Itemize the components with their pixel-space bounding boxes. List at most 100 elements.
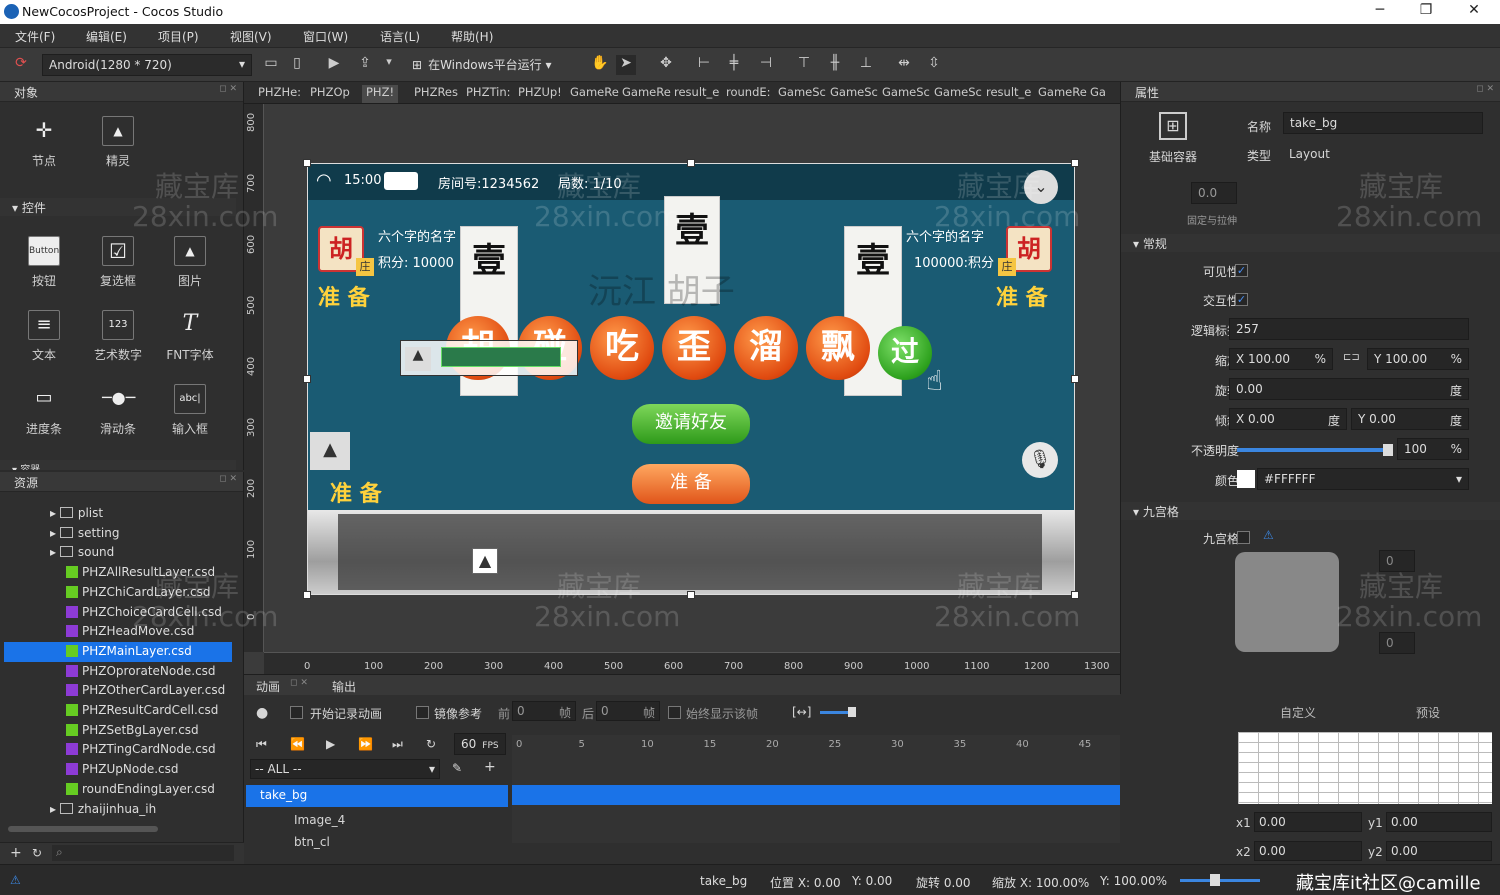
resource-search-input[interactable]: ⌕ bbox=[52, 845, 234, 861]
menu-window[interactable]: 窗口(W) bbox=[303, 28, 348, 45]
expand-arrow-icon[interactable]: ▸ bbox=[50, 526, 56, 540]
back-field[interactable]: 0帧 bbox=[596, 701, 660, 721]
mirror-checkbox[interactable] bbox=[416, 706, 429, 719]
tab-output[interactable]: 输出 bbox=[332, 678, 356, 695]
dropdown-menu-icon[interactable]: ⌄ bbox=[1024, 170, 1058, 204]
track-filter-select[interactable]: -- ALL -- ▾ bbox=[250, 759, 440, 779]
game-scene[interactable]: ◠ 15:00 房间号:1234562 局数: 1/10 ⌄ 壹 壹 壹 胡 庄… bbox=[307, 163, 1075, 595]
move-icon[interactable]: ✥ bbox=[656, 55, 676, 75]
opacity-slider[interactable] bbox=[1237, 448, 1387, 452]
document-tab[interactable]: PHZTin: bbox=[466, 85, 511, 103]
publish-icon[interactable]: ⟳ bbox=[12, 55, 30, 75]
link-icon[interactable]: ⊏⊐ bbox=[1343, 352, 1360, 363]
name-field[interactable]: take_bg bbox=[1283, 112, 1483, 134]
general-section[interactable]: ▾ 常规 bbox=[1121, 234, 1500, 252]
ready-button[interactable]: 准 备 bbox=[632, 464, 750, 504]
selection-handle[interactable] bbox=[303, 159, 311, 167]
resource-file[interactable]: PHZResultCardCell.csd bbox=[4, 701, 232, 721]
color-field[interactable]: #FFFFFF ▾ bbox=[1257, 468, 1469, 490]
document-tab[interactable]: PHZ! bbox=[362, 85, 399, 103]
tool-sprite[interactable]: ▲ 精灵 bbox=[88, 116, 148, 169]
minimize-button[interactable]: ─ bbox=[1370, 2, 1390, 22]
opacity-field[interactable]: 100% bbox=[1397, 438, 1469, 460]
tool-slider[interactable]: ─●─ 滑动条 bbox=[88, 384, 148, 437]
y1-field[interactable]: 0.00 bbox=[1386, 812, 1492, 832]
prev-frame-icon[interactable]: ⏪ bbox=[290, 737, 305, 751]
upload-dropdown-icon[interactable]: ▾ bbox=[382, 55, 396, 75]
document-tab[interactable]: result_e bbox=[986, 85, 1031, 103]
run-platform-select[interactable]: ⊞ 在Windows平台运行 ▾ bbox=[406, 53, 576, 75]
color-swatch[interactable] bbox=[1237, 470, 1255, 488]
document-tab[interactable]: GameRe bbox=[622, 85, 671, 103]
menu-file[interactable]: 文件(F) bbox=[15, 28, 55, 45]
tab-close-icon[interactable]: ◻ ✕ bbox=[290, 678, 308, 688]
resource-file[interactable]: PHZMainLayer.csd bbox=[4, 641, 232, 662]
close-button[interactable]: ✕ bbox=[1464, 2, 1484, 22]
track-row-selected[interactable]: take_bg bbox=[246, 785, 508, 807]
action-piao-button[interactable]: 飘 bbox=[806, 316, 870, 380]
fps-field[interactable]: 60 FPS bbox=[454, 733, 506, 755]
zoom-slider-thumb[interactable] bbox=[1210, 874, 1220, 886]
tool-textfield[interactable]: abc| 输入框 bbox=[160, 384, 220, 437]
align-right-icon[interactable]: ⊣ bbox=[756, 55, 776, 75]
always-checkbox[interactable] bbox=[668, 706, 681, 719]
distribute-v-icon[interactable]: ⇳ bbox=[924, 55, 944, 75]
distribute-h-icon[interactable]: ⇹ bbox=[894, 55, 914, 75]
menu-language[interactable]: 语言(L) bbox=[380, 28, 420, 45]
card-choice-node[interactable]: ▲ bbox=[400, 340, 578, 376]
x1-field[interactable]: 0.00 bbox=[1254, 812, 1362, 832]
edit-icon[interactable]: ✎ bbox=[452, 761, 462, 775]
upload-icon[interactable]: ⇪ bbox=[356, 55, 374, 75]
controls-section[interactable]: ▾ 控件 bbox=[0, 198, 236, 216]
align-left-icon[interactable]: ⊢ bbox=[694, 55, 714, 75]
action-liu-button[interactable]: 溜 bbox=[734, 316, 798, 380]
align-middle-icon[interactable]: ╫ bbox=[825, 55, 845, 75]
resource-file[interactable]: PHZHeadMove.csd bbox=[4, 622, 232, 642]
menu-edit[interactable]: 编辑(E) bbox=[86, 28, 127, 45]
selection-handle[interactable] bbox=[1071, 591, 1079, 599]
track-name[interactable]: btn_cl bbox=[294, 835, 330, 849]
menu-view[interactable]: 视图(V) bbox=[230, 28, 272, 45]
opacity-slider-thumb[interactable] bbox=[1383, 444, 1393, 456]
selection-handle[interactable] bbox=[1071, 375, 1079, 383]
horizontal-scrollbar[interactable] bbox=[8, 826, 158, 832]
tag-field[interactable]: 257 bbox=[1229, 318, 1469, 340]
record-checkbox[interactable] bbox=[290, 706, 303, 719]
document-tab[interactable]: PHZUp! bbox=[518, 85, 562, 103]
document-tab[interactable]: GameSc bbox=[778, 85, 826, 103]
document-tab[interactable]: PHZOp bbox=[310, 85, 350, 103]
document-tab[interactable]: PHZRes bbox=[414, 85, 458, 103]
x2-field[interactable]: 0.00 bbox=[1254, 841, 1362, 861]
hand-tool-icon[interactable]: ✋ bbox=[590, 55, 610, 75]
rotation-field[interactable]: 0.00 度 bbox=[1229, 378, 1469, 400]
resource-file[interactable]: PHZOprorateNode.csd bbox=[4, 662, 232, 682]
warning-icon[interactable]: ⚠ bbox=[10, 873, 21, 887]
zoom-thumb[interactable] bbox=[848, 707, 856, 717]
custom-tab[interactable]: 自定义 bbox=[1280, 704, 1316, 721]
next-frame-icon[interactable]: ⏩ bbox=[358, 737, 373, 751]
tool-art-number[interactable]: 123 艺术数字 bbox=[88, 310, 148, 363]
portrait-icon[interactable]: ▯ bbox=[288, 55, 306, 75]
action-wai-button[interactable]: 歪 bbox=[662, 316, 726, 380]
track-name[interactable]: Image_4 bbox=[294, 813, 345, 827]
selection-handle[interactable] bbox=[303, 375, 311, 383]
select-tool-icon[interactable]: ➤ bbox=[616, 55, 636, 75]
skew-y-field[interactable]: Y 0.00 度 bbox=[1351, 408, 1469, 430]
skew-x-field[interactable]: X 0.00 度 bbox=[1229, 408, 1347, 430]
y2-field[interactable]: 0.00 bbox=[1386, 841, 1492, 861]
keyframe-icon[interactable]: ● bbox=[256, 705, 268, 721]
interactive-checkbox[interactable]: ✓ bbox=[1235, 293, 1248, 306]
tool-progress[interactable]: ▭ 进度条 bbox=[14, 384, 74, 437]
document-tab[interactable]: roundE: bbox=[726, 85, 771, 103]
tool-text[interactable]: ≡ 文本 bbox=[14, 310, 74, 363]
resource-folder[interactable]: ▸ zhaijinhua_ih bbox=[4, 800, 232, 820]
resource-folder[interactable]: ▸ sound bbox=[4, 543, 232, 563]
document-tab[interactable]: GameSc bbox=[830, 85, 878, 103]
resource-folder[interactable]: ▸ setting bbox=[4, 524, 232, 544]
document-tab[interactable]: GameRe bbox=[1038, 85, 1087, 103]
action-chi-button[interactable]: 吃 bbox=[590, 316, 654, 380]
selection-handle[interactable] bbox=[687, 591, 695, 599]
selection-handle[interactable] bbox=[303, 591, 311, 599]
curve-editor[interactable] bbox=[1238, 732, 1492, 804]
tool-checkbox[interactable]: ☑ 复选框 bbox=[88, 236, 148, 289]
